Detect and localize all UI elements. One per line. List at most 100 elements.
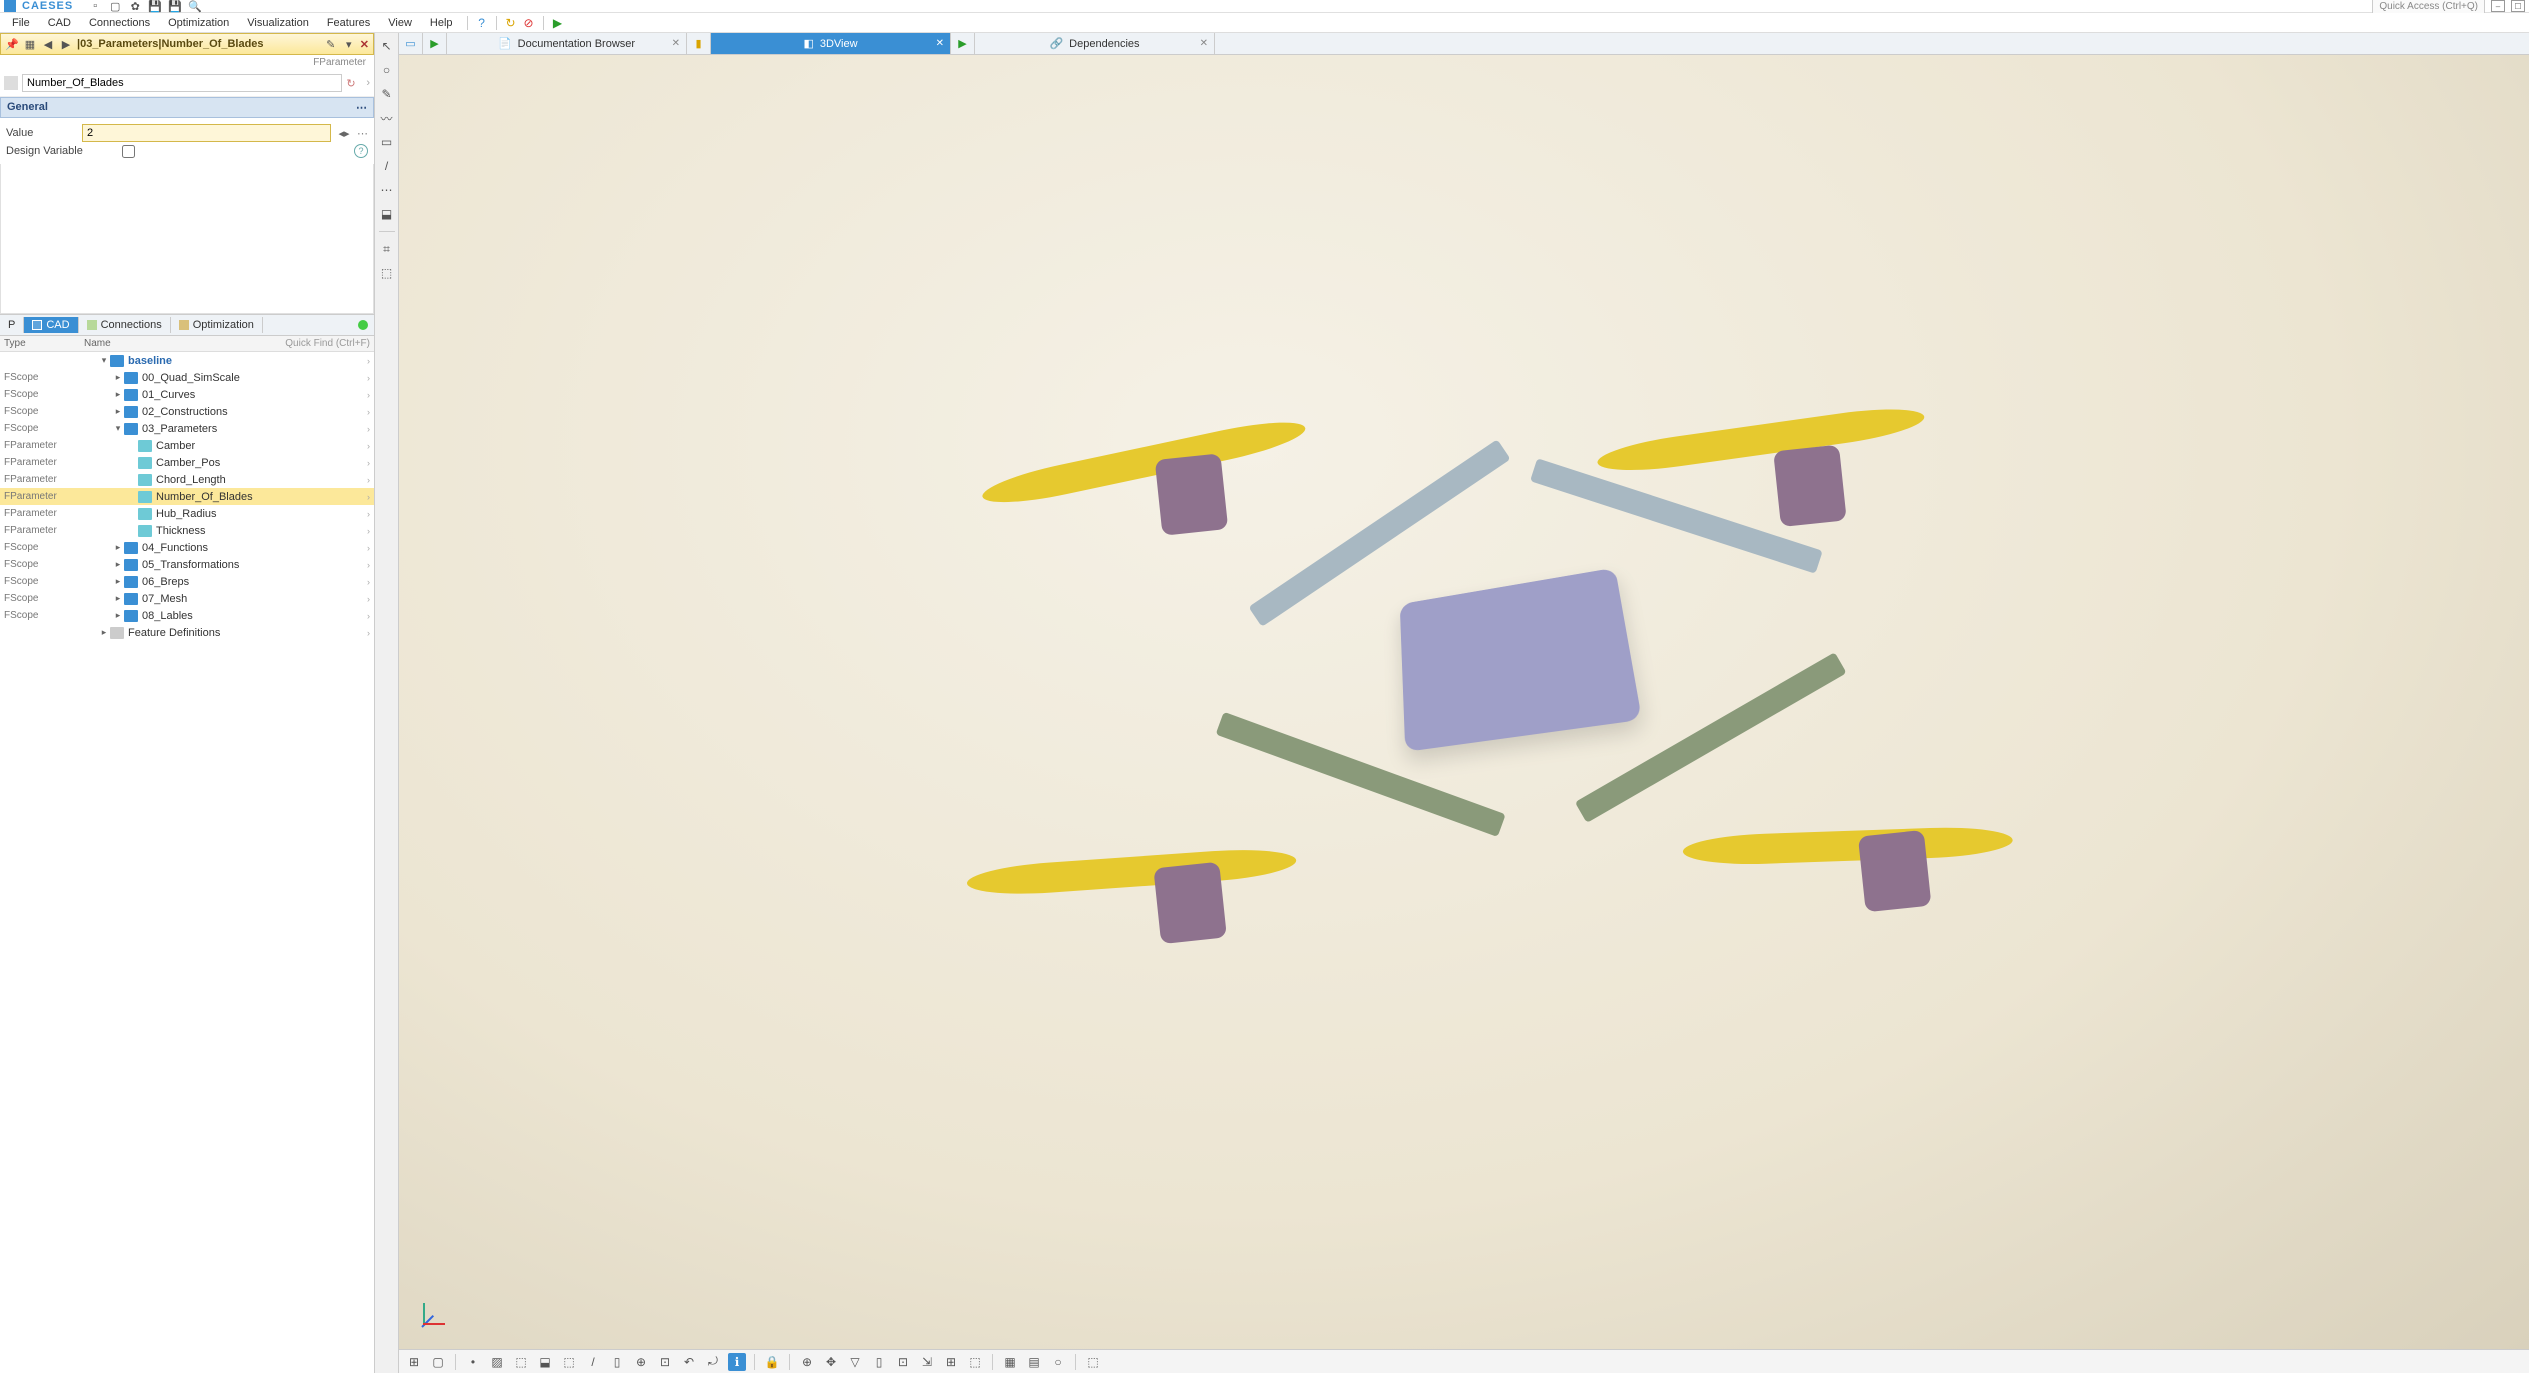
tree-tab-optimization[interactable]: Optimization	[171, 317, 263, 333]
tree-row[interactable]: FScope▸01_Curves›	[0, 386, 374, 403]
minimize-icon[interactable]: –	[2491, 0, 2505, 12]
tree-row[interactable]: FParameterThickness›	[0, 522, 374, 539]
editor-tab-documentation[interactable]: 📄 Documentation Browser ✕	[447, 33, 687, 54]
close-tab-icon[interactable]: ✕	[1200, 38, 1208, 49]
expander-icon[interactable]: ▸	[112, 542, 124, 553]
bt-add-icon[interactable]: ⊕	[632, 1353, 650, 1371]
menu-view[interactable]: View	[380, 15, 420, 31]
design-variable-checkbox[interactable]	[122, 145, 135, 158]
tb-new-icon[interactable]: ▫	[89, 0, 101, 12]
tree-row[interactable]: FParameterHub_Radius›	[0, 505, 374, 522]
viewport-3d[interactable]	[399, 55, 2529, 1349]
tree-row[interactable]: FScope▸04_Functions›	[0, 539, 374, 556]
bt-export-icon[interactable]: ⇲	[918, 1353, 936, 1371]
bt-section-icon[interactable]: ▯	[608, 1353, 626, 1371]
bt-circle-icon[interactable]: ○	[1049, 1353, 1067, 1371]
refresh-icon[interactable]: ↻	[503, 15, 519, 31]
tb-save-icon[interactable]: 💾	[149, 0, 161, 12]
bt-edge-icon[interactable]: /	[584, 1353, 602, 1371]
tree-tab-p[interactable]: P	[0, 317, 24, 333]
vtool-curve-icon[interactable]: 〰	[378, 109, 396, 127]
tree-tab-cad[interactable]: CAD	[24, 317, 78, 333]
pin-icon[interactable]: 📌	[5, 38, 19, 51]
tree-row[interactable]: FScope▸07_Mesh›	[0, 590, 374, 607]
tree-tab-connections[interactable]: Connections	[79, 317, 171, 333]
bt-tile-icon[interactable]: ⊞	[942, 1353, 960, 1371]
editor-tab-dependencies[interactable]: 🔗 Dependencies ✕	[975, 33, 1215, 54]
bt-frame-icon[interactable]: ▢	[429, 1353, 447, 1371]
tree-row[interactable]: FScope▸08_Lables›	[0, 607, 374, 624]
menu-file[interactable]: File	[4, 15, 38, 31]
stop-icon[interactable]: ⊘	[521, 15, 537, 31]
run-icon[interactable]: ▶	[550, 15, 566, 31]
vtool-sketch-icon[interactable]: ✎	[378, 85, 396, 103]
dropdown-icon[interactable]: ▾	[342, 38, 356, 51]
edit-icon[interactable]: ✎	[324, 38, 338, 51]
quick-access-field[interactable]: Quick Access (Ctrl+Q)	[2372, 0, 2485, 14]
expander-icon[interactable]: ▾	[98, 355, 110, 366]
expander-icon[interactable]: ▸	[98, 627, 110, 638]
vtool-solid-icon[interactable]: ⬓	[378, 205, 396, 223]
menu-optimization[interactable]: Optimization	[160, 15, 237, 31]
tree-row[interactable]: ▾baseline›	[0, 352, 374, 369]
close-tab-icon[interactable]: ✕	[672, 38, 680, 49]
vtool-more-icon[interactable]: ⋯	[378, 181, 396, 199]
tb-saveall-icon[interactable]: 💾	[169, 0, 181, 12]
vtool-surface-icon[interactable]: ▭	[378, 133, 396, 151]
editor-tab-3dview[interactable]: ◧ 3DView ✕	[711, 33, 951, 54]
bt-undo-icon[interactable]: ↶	[680, 1353, 698, 1371]
bt-table-icon[interactable]: ▦	[1001, 1353, 1019, 1371]
bt-fit-icon[interactable]: ⊞	[405, 1353, 423, 1371]
expander-icon[interactable]: ▸	[112, 406, 124, 417]
bt-point-icon[interactable]: •	[464, 1353, 482, 1371]
general-section-header[interactable]: General ⋯	[0, 97, 374, 118]
close-tab-icon[interactable]: ✕	[936, 38, 944, 49]
project-tree[interactable]: ▾baseline›FScope▸00_Quad_SimScale›FScope…	[0, 352, 374, 1373]
bt-redo-icon[interactable]: ⤾	[704, 1353, 722, 1371]
tb-gear-icon[interactable]: ✿	[129, 0, 141, 12]
bt-zoom-icon[interactable]: ⊕	[798, 1353, 816, 1371]
tb-search-icon[interactable]: 🔍	[189, 0, 201, 12]
bt-rect-icon[interactable]: ▯	[870, 1353, 888, 1371]
tree-row[interactable]: FParameterChord_Length›	[0, 471, 374, 488]
tree-row[interactable]: FScope▾03_Parameters›	[0, 420, 374, 437]
bt-empty-icon[interactable]: ⬚	[966, 1353, 984, 1371]
bt-solid-icon[interactable]: ⬓	[536, 1353, 554, 1371]
nav-back-icon[interactable]: ◀	[41, 38, 55, 51]
value-spinner-icon[interactable]: ◂▸	[337, 127, 351, 140]
vtool-select-icon[interactable]: ↖	[378, 37, 396, 55]
expander-icon[interactable]: ▸	[112, 372, 124, 383]
close-panel-icon[interactable]: ✕	[360, 38, 369, 51]
object-name-input[interactable]	[22, 74, 342, 92]
editor-tab-3d-pre[interactable]: ▮	[687, 33, 711, 54]
vtool-point-icon[interactable]: ○	[378, 61, 396, 79]
bt-list-icon[interactable]: ▤	[1025, 1353, 1043, 1371]
bt-hidden-icon[interactable]: ⬚	[560, 1353, 578, 1371]
bt-grid-icon[interactable]: ⊡	[656, 1353, 674, 1371]
bt-shade-icon[interactable]: ▨	[488, 1353, 506, 1371]
tree-row[interactable]: FParameterCamber›	[0, 437, 374, 454]
tree-row[interactable]: FParameterCamber_Pos›	[0, 454, 374, 471]
tree-quick-find[interactable]: Quick Find (Ctrl+F)	[285, 338, 370, 349]
expander-icon[interactable]: ▸	[112, 559, 124, 570]
tree-row[interactable]: FScope▸06_Breps›	[0, 573, 374, 590]
nav-fwd-icon[interactable]: ▶	[59, 38, 73, 51]
menu-visualization[interactable]: Visualization	[239, 15, 317, 31]
vtool-box-icon[interactable]: ⬚	[378, 264, 396, 282]
bt-wire-icon[interactable]: ⬚	[512, 1353, 530, 1371]
vtool-grid-icon[interactable]: ⌗	[378, 240, 396, 258]
editor-tab-toggle[interactable]: ▭	[399, 33, 423, 54]
value-input[interactable]	[82, 124, 331, 142]
tree-row[interactable]: ▸Feature Definitions›	[0, 624, 374, 641]
menu-connections[interactable]: Connections	[81, 15, 158, 31]
bt-lock-icon[interactable]: 🔒	[763, 1353, 781, 1371]
expander-icon[interactable]: ▾	[112, 423, 124, 434]
tree-row[interactable]: FScope▸05_Transformations›	[0, 556, 374, 573]
menu-features[interactable]: Features	[319, 15, 378, 31]
editor-tab-add[interactable]: ▶	[423, 33, 447, 54]
menu-help[interactable]: Help	[422, 15, 461, 31]
value-more-icon[interactable]: ⋯	[357, 127, 368, 140]
help-icon[interactable]: ?	[474, 15, 490, 31]
bt-last-icon[interactable]: ⬚	[1084, 1353, 1102, 1371]
bt-info-icon[interactable]: ℹ	[728, 1353, 746, 1371]
